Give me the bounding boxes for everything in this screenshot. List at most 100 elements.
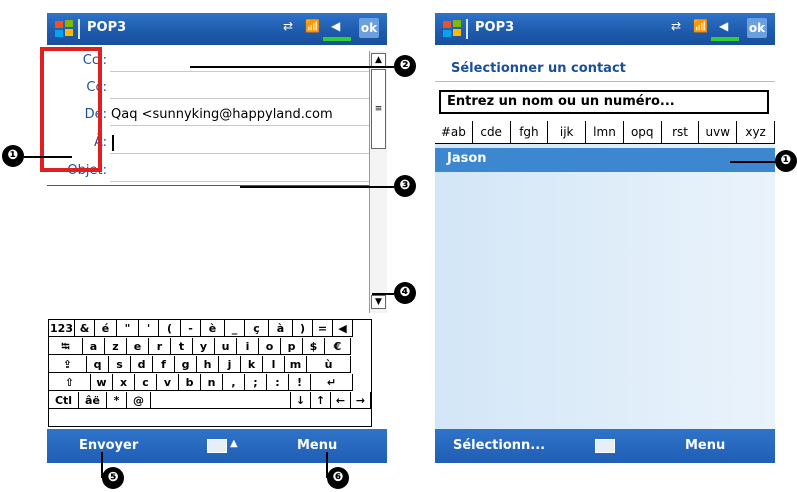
keyboard-key[interactable]: ù [307,356,351,373]
subject-field[interactable] [110,181,369,182]
keyboard-key[interactable]: e [127,338,149,355]
keyboard-key[interactable]: → [351,392,371,409]
keyboard-key[interactable]: p [281,338,303,355]
keyboard-key[interactable]: ! [289,374,311,391]
space-key[interactable] [151,392,291,409]
keyboard-toggle-icon[interactable] [207,439,227,453]
keyboard-key[interactable]: ⇧ [49,374,91,391]
keyboard-key[interactable]: , [223,374,245,391]
keyboard-key[interactable]: ⭾ [49,338,83,355]
label-highlight-box [40,47,102,172]
keyboard-key[interactable]: c [135,374,157,391]
keyboard-key[interactable]: o [259,338,281,355]
keyboard-key[interactable]: = [313,320,333,337]
keyboard-key[interactable]: & [75,320,95,337]
keyboard-key[interactable]: ) [293,320,313,337]
letter-tab[interactable]: lmn [586,121,624,143]
letter-tab[interactable]: cde [473,121,511,143]
select-softkey[interactable]: Sélectionn... [453,438,545,453]
keyboard-key[interactable]: s [109,356,131,373]
keyboard-key[interactable]: j [219,356,241,373]
contact-row-selected[interactable]: Jason [435,148,775,172]
keyboard-key[interactable]: d [131,356,153,373]
sync-icon[interactable]: ⇄ [671,19,681,39]
scroll-thumb[interactable]: ≡ [371,69,386,149]
soft-keyboard[interactable]: 123 & é " '(- è _ ç à) = ◀ ⭾ a z e r t y u i o p $ € ⇪ q s d f g h j k… [48,319,372,427]
to-field[interactable] [110,153,369,154]
input-arrow-icon[interactable]: ▲ [230,438,238,449]
keyboard-key[interactable]: y [193,338,215,355]
keyboard-key[interactable]: a [83,338,105,355]
keyboard-key[interactable]: x [113,374,135,391]
keyboard-key[interactable]: l [263,356,285,373]
keyboard-key[interactable]: f [153,356,175,373]
keyboard-toggle-icon[interactable] [595,439,615,453]
contact-search-input[interactable]: Entrez un nom ou un numéro... [439,90,769,114]
signal-icon[interactable]: 📶 [305,19,320,39]
keyboard-key[interactable]: ' [139,320,159,337]
keyboard-key[interactable]: r [149,338,171,355]
keyboard-key[interactable]: ◀ [333,320,353,337]
send-softkey[interactable]: Envoyer [79,438,138,453]
letter-tab[interactable]: rst [662,121,700,143]
ok-button[interactable]: ok [747,18,767,38]
keyboard-key[interactable]: b [179,374,201,391]
letter-tab[interactable]: opq [624,121,662,143]
letter-tab[interactable]: xyz [737,121,775,143]
keyboard-key[interactable]: € [325,338,351,355]
keyboard-key[interactable]: u [215,338,237,355]
keyboard-key[interactable]: ↑ [311,392,331,409]
ok-button[interactable]: ok [359,18,379,38]
keyboard-key[interactable]: @ [127,392,151,409]
keyboard-key[interactable]: * [107,392,127,409]
keyboard-key[interactable]: k [241,356,263,373]
keyboard-key[interactable]: h [197,356,219,373]
keyboard-key[interactable]: âë [79,392,107,409]
menu-softkey[interactable]: Menu [685,438,725,453]
letter-tab[interactable]: #ab [435,121,473,143]
menu-softkey[interactable]: Menu [297,438,337,453]
keyboard-key[interactable]: " [117,320,139,337]
keyboard-key[interactable]: : [267,374,289,391]
keyboard-key[interactable]: ( [159,320,181,337]
keyboard-key[interactable]: w [91,374,113,391]
keyboard-key[interactable]: é [95,320,117,337]
keyboard-key[interactable]: n [201,374,223,391]
scroll-up-icon[interactable]: ▲ [371,53,386,67]
keyboard-key[interactable]: - [181,320,201,337]
windows-start-icon[interactable] [53,19,75,39]
keyboard-key[interactable]: Ctl [49,392,79,409]
sync-icon[interactable]: ⇄ [283,19,293,39]
keyboard-key[interactable]: ç [245,320,269,337]
keyboard-key[interactable]: i [237,338,259,355]
cc-field[interactable] [110,98,369,99]
keyboard-key[interactable]: ← [331,392,351,409]
volume-icon[interactable]: ◀︎ [719,19,728,39]
letter-tab[interactable]: uvw [699,121,738,143]
from-value[interactable]: Qaq <sunnyking@happyland.com [111,107,369,122]
keyboard-key[interactable]: t [171,338,193,355]
keyboard-key[interactable]: _ [225,320,245,337]
keyboard-key[interactable]: $ [303,338,325,355]
keyboard-key[interactable]: 123 [49,320,75,337]
keyboard-key[interactable]: z [105,338,127,355]
vertical-scrollbar[interactable]: ▲ ≡ ▼ [369,51,387,313]
keyboard-key[interactable]: à [269,320,293,337]
volume-icon[interactable]: ◀︎ [331,19,340,39]
letter-tab[interactable]: ijk [548,121,587,143]
keyboard-key[interactable]: ⇪ [49,356,87,373]
keyboard-key[interactable]: v [157,374,179,391]
keyboard-key[interactable]: ↓ [291,392,311,409]
keyboard-key[interactable]: è [201,320,225,337]
keyboard-key[interactable]: g [175,356,197,373]
keyboard-key[interactable]: ↵ [311,374,353,391]
contact-list[interactable]: Jason [435,144,775,432]
keyboard-key[interactable]: m [285,356,307,373]
letter-tab[interactable]: fgh [511,121,549,143]
scroll-down-icon[interactable]: ▼ [371,295,386,309]
signal-icon[interactable]: 📶 [693,19,708,39]
keyboard-key[interactable]: ; [245,374,267,391]
windows-start-icon[interactable] [441,19,463,39]
keyboard-key[interactable]: q [87,356,109,373]
bcc-field[interactable] [110,71,369,72]
